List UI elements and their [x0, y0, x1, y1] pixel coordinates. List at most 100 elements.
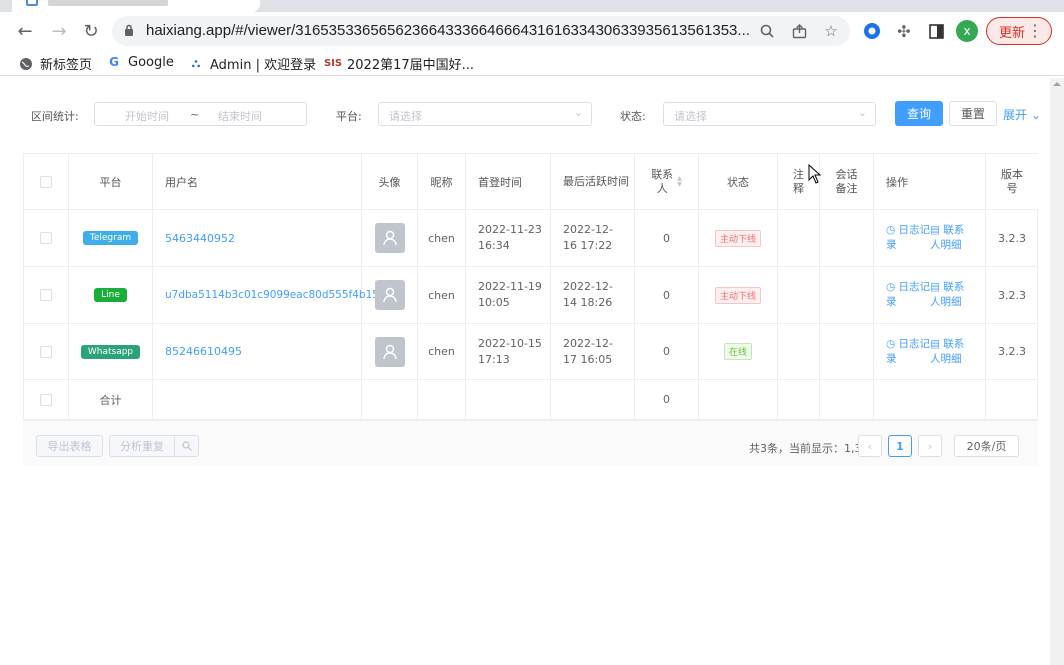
status-select[interactable]: 请选择 ⌄ — [663, 102, 876, 126]
extension-g-icon[interactable] — [862, 21, 882, 41]
platform-tag: Line — [94, 288, 127, 302]
session-note-cell — [820, 210, 874, 267]
chevron-down-icon: ⌄ — [857, 106, 867, 119]
total-empty-cell — [820, 380, 874, 420]
lock-icon — [125, 24, 133, 36]
back-arrow-icon[interactable]: ← — [14, 20, 36, 42]
sort-caret-icon[interactable]: ▲ ▼ — [677, 175, 682, 188]
star-icon[interactable]: ☆ — [822, 22, 840, 40]
note-cell — [778, 210, 820, 267]
browser-update-button[interactable]: 更新 ⋮ — [986, 17, 1052, 45]
user-icon — [382, 287, 397, 303]
scroll-up-arrow-icon[interactable] — [1053, 80, 1061, 88]
chevron-down-icon: ⌄ — [1030, 108, 1041, 122]
contact-detail-link[interactable]: ▤ 联系人明细 — [930, 223, 974, 253]
avatar-cell — [362, 267, 418, 324]
total-empty-cell — [778, 380, 820, 420]
status-cell: 在线 — [699, 324, 778, 380]
address-bar[interactable]: haixiang.app/#/viewer/316535336565623664… — [112, 16, 850, 46]
bookmark-sis[interactable]: SIS 2022第17届中国好... — [323, 54, 474, 73]
platform-tag: Whatsapp — [80, 344, 141, 359]
page-number-current[interactable]: 1 — [888, 435, 912, 457]
search-icon[interactable] — [174, 436, 198, 456]
row-checkbox[interactable] — [40, 393, 52, 406]
header-last-active: 最后活跃时间 — [551, 154, 635, 210]
bookmark-admin[interactable]: ⛬ Admin | 欢迎登录 — [188, 54, 316, 73]
status-badge: 主动下线 — [714, 229, 761, 247]
select-all-checkbox[interactable] — [40, 175, 52, 188]
more-vert-icon[interactable]: ⋮ — [1027, 21, 1043, 40]
extensions-puzzle-icon[interactable]: ✣ — [894, 21, 914, 41]
tab-favicon-icon — [26, 0, 38, 6]
nickname-cell: chen — [418, 210, 466, 267]
username-link[interactable]: u7dba5114b3c01c9099eac80d555f4b15 — [165, 289, 379, 301]
username-link[interactable]: 85246610495 — [165, 345, 242, 358]
profile-avatar[interactable]: x — [956, 20, 978, 42]
prev-page-icon[interactable]: ‹ — [858, 435, 882, 457]
contact-detail-label: 联系人明细 — [930, 337, 965, 365]
analyze-duplicate-button[interactable]: 分析重复 — [109, 435, 199, 457]
log-record-link[interactable]: ◷ 日志记录 — [886, 337, 930, 367]
header-version: 版本号 — [986, 154, 1038, 210]
last-active-cell: 2022-12-14 18:26 — [551, 267, 635, 324]
note-cell — [778, 267, 820, 324]
expand-link[interactable]: 展开 ⌄ — [1003, 106, 1041, 123]
status-cell: 主动下线 — [699, 210, 778, 267]
username-link[interactable]: 5463440952 — [165, 232, 235, 245]
bookmark-google[interactable]: G Google — [106, 54, 174, 70]
actions-cell: ◷ 日志记录 ▤ 联系人明细 — [874, 267, 986, 324]
total-empty-cell — [362, 380, 418, 420]
side-panel-icon[interactable] — [926, 21, 946, 41]
page-content: 区间统计: 开始时间 ~ 结束时间 平台: 请选择 ⌄ 状态: 请选择 ⌄ 查询… — [0, 78, 1050, 665]
log-record-link[interactable]: ◷ 日志记录 — [886, 223, 930, 253]
session-note-cell — [820, 267, 874, 324]
header-note-label: 注释 — [793, 167, 804, 195]
zoom-icon[interactable] — [758, 22, 776, 40]
platform-cell: Telegram — [69, 210, 153, 267]
browser-tab-strip — [0, 0, 1064, 12]
platform-select[interactable]: 请选择 ⌄ — [378, 102, 592, 126]
browser-tab-active[interactable] — [12, 0, 260, 12]
page-scrollbar[interactable] — [1050, 78, 1064, 665]
row-checkbox[interactable] — [40, 232, 52, 244]
browser-toolbar: ← → ↻ haixiang.app/#/viewer/316535336565… — [0, 12, 1064, 50]
bookmark-label: Google — [128, 54, 174, 70]
bookmark-label: 新标签页 — [40, 58, 93, 73]
log-record-label: 日志记录 — [886, 281, 930, 308]
contact-detail-link[interactable]: ▤ 联系人明细 — [930, 337, 974, 367]
nickname-cell: chen — [418, 267, 466, 324]
row-checkbox[interactable] — [40, 289, 52, 301]
bookmarks-bar: 新标签页 G Google ⛬ Admin | 欢迎登录 SIS 2022第17… — [0, 50, 1064, 76]
total-empty-cell — [551, 380, 635, 420]
bookmark-newtab[interactable]: 新标签页 — [18, 54, 92, 73]
contact-detail-link[interactable]: ▤ 联系人明细 — [930, 280, 974, 310]
date-range-picker[interactable]: 开始时间 ~ 结束时间 — [94, 102, 307, 126]
note-cell — [778, 324, 820, 380]
page-size-label: 20条/页 — [966, 440, 1007, 453]
header-contacts[interactable]: 联系人 ▲ ▼ — [635, 154, 699, 210]
log-record-link[interactable]: ◷ 日志记录 — [886, 280, 930, 310]
query-button[interactable]: 查询 — [895, 101, 943, 126]
version-cell: 3.2.3 — [986, 324, 1038, 380]
forward-arrow-icon[interactable]: → — [48, 20, 70, 42]
sis-icon: SIS — [323, 58, 343, 69]
contacts-cell: 0 — [635, 267, 699, 324]
start-date-placeholder: 开始时间 — [125, 110, 169, 123]
avatar-cell — [362, 210, 418, 267]
range-separator: ~ — [190, 108, 200, 121]
status-placeholder: 请选择 — [674, 110, 707, 123]
header-session-note: 会话备注 — [820, 154, 874, 210]
page-size-select[interactable]: 20条/页 — [954, 435, 1019, 457]
share-icon[interactable] — [790, 22, 808, 40]
reload-icon[interactable]: ↻ — [80, 20, 102, 42]
select-all-cell — [24, 154, 69, 210]
address-url: haixiang.app/#/viewer/316535336565623664… — [146, 22, 750, 39]
row-checkbox[interactable] — [40, 345, 52, 358]
header-nickname: 昵称 — [418, 154, 466, 210]
next-page-icon[interactable]: › — [918, 435, 942, 457]
reset-button[interactable]: 重置 — [949, 101, 997, 126]
mouse-cursor-icon — [808, 164, 822, 184]
export-button[interactable]: 导出表格 — [36, 435, 103, 457]
row-select-cell — [24, 380, 69, 420]
status-badge: 在线 — [723, 343, 752, 360]
